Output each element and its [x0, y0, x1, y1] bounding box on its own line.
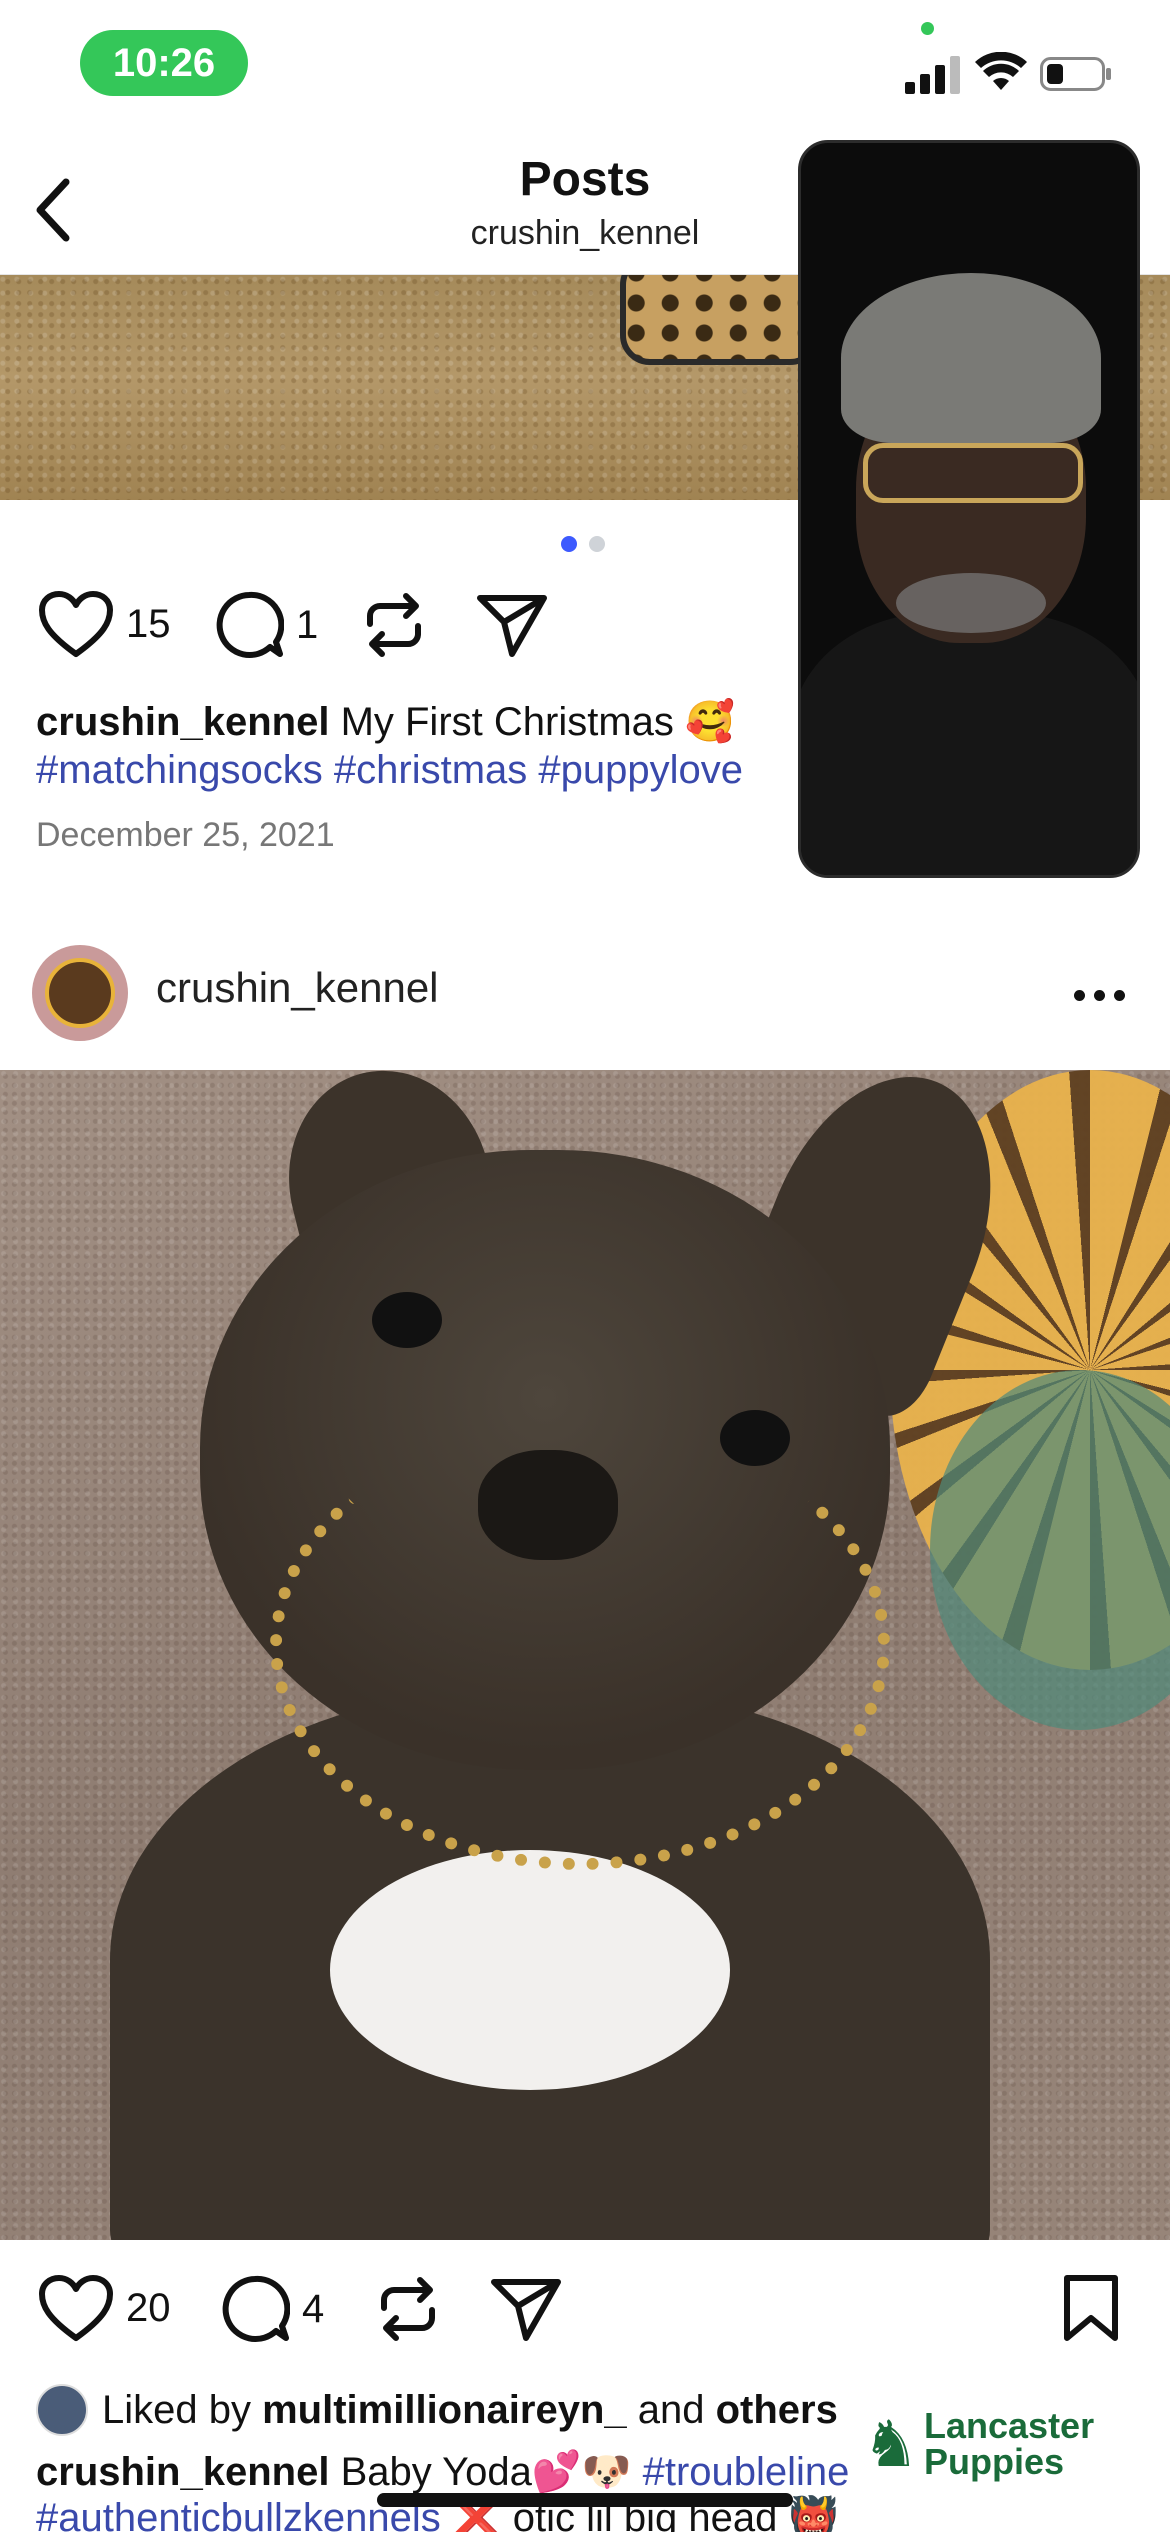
- post2-caption-text: Baby Yoda💕🐶: [340, 2450, 632, 2494]
- baseball-cap: [841, 273, 1101, 443]
- post2-comment-count: 4: [302, 2286, 325, 2331]
- status-time[interactable]: 10:26: [80, 30, 248, 96]
- send-icon: [477, 595, 547, 657]
- status-bar: 10:26: [0, 0, 1170, 130]
- post2-photo[interactable]: [0, 1070, 1170, 2240]
- post2-share-button[interactable]: [490, 2274, 562, 2344]
- repost-icon: [381, 2277, 435, 2341]
- privacy-indicator-dot: [921, 22, 934, 35]
- comment-icon: [222, 2275, 290, 2342]
- liker-avatar: [36, 2384, 88, 2436]
- post1-like-button[interactable]: 15: [38, 590, 171, 658]
- post1-comment-button[interactable]: 1: [214, 590, 318, 660]
- repost-icon: [367, 593, 421, 657]
- home-indicator[interactable]: [377, 2493, 793, 2507]
- lancaster-puppies-watermark: ♞ Lancaster Puppies: [862, 2405, 1095, 2482]
- post1-hashtags[interactable]: #matchingsocks #christmas #puppylove: [36, 746, 743, 794]
- post2-like-count: 20: [126, 2285, 171, 2330]
- post2-comment-button[interactable]: 4: [220, 2274, 324, 2344]
- post2-actions: 20 4: [0, 2264, 1170, 2354]
- post1-like-count: 15: [126, 601, 171, 646]
- post1-caption-user[interactable]: crushin_kennel: [36, 700, 329, 744]
- heart-icon: [39, 2275, 113, 2341]
- carousel-dot-active: [561, 536, 577, 552]
- heart-icon: [39, 591, 113, 657]
- liked-by-user[interactable]: multimillionaireyn_: [262, 2388, 627, 2433]
- lancaster-logo-icon: ♞: [862, 2408, 920, 2480]
- post2-header: crushin_kennel: [0, 930, 1170, 1070]
- post1-comment-count: 1: [296, 602, 319, 647]
- cellular-signal-icon: [905, 56, 960, 94]
- post1-caption-text: My First Christmas 🥰: [340, 700, 735, 744]
- wifi-icon: [975, 52, 1027, 90]
- gold-chain: [270, 1420, 890, 1870]
- post2-like-button[interactable]: 20: [38, 2274, 171, 2342]
- post2-caption-hashtag[interactable]: #troubleline: [643, 2450, 850, 2494]
- more-horizontal-icon: [1074, 989, 1085, 1001]
- profile-avatar[interactable]: [32, 945, 128, 1041]
- post2-username[interactable]: crushin_kennel: [156, 964, 439, 1012]
- battery-icon: [1040, 57, 1111, 91]
- post2-caption-user[interactable]: crushin_kennel: [36, 2450, 329, 2494]
- carousel-dot: [589, 536, 605, 552]
- send-icon: [491, 2279, 561, 2341]
- leopard-bed: [620, 275, 820, 365]
- post1-repost-button[interactable]: [362, 590, 426, 660]
- picture-in-picture-video[interactable]: [798, 140, 1140, 878]
- bookmark-icon: [1064, 2275, 1118, 2341]
- more-options-button[interactable]: [1074, 980, 1134, 1010]
- liked-by-others[interactable]: others: [716, 2388, 838, 2433]
- post2-repost-button[interactable]: [376, 2274, 440, 2344]
- post1-share-button[interactable]: [476, 590, 548, 660]
- post2-caption: crushin_kennel Baby Yoda💕🐶 #troubleline: [36, 2448, 849, 2496]
- carousel-indicator: [561, 536, 605, 552]
- save-button[interactable]: [1062, 2274, 1120, 2342]
- kennel-logo: [45, 958, 115, 1028]
- post1-date: December 25, 2021: [36, 816, 335, 854]
- comment-icon: [216, 591, 284, 658]
- post1-caption: crushin_kennel My First Christmas 🥰: [36, 698, 735, 746]
- liked-by-row[interactable]: Liked by multimillionaireyn_ and others: [36, 2384, 838, 2436]
